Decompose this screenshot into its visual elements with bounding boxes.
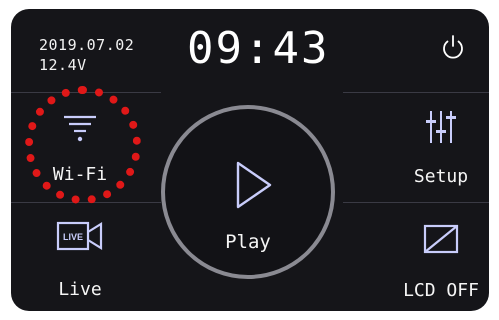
wifi-tile[interactable]: Wi-Fi [20,99,140,199]
status-voltage: 12.4V [39,56,87,74]
setup-tile[interactable]: Setup [381,99,489,199]
play-label: Play [225,231,271,253]
play-button[interactable]: Play [161,105,335,279]
status-date: 2019.07.02 [39,36,135,54]
wifi-icon [64,115,96,142]
live-label: Live [58,279,102,300]
clock: 09:43 [187,23,330,74]
play-icon [236,161,272,209]
divider-mid-right [343,202,489,203]
live-tile[interactable]: LIVE Live [20,209,140,309]
setup-label: Setup [413,166,469,187]
divider-top-left [11,92,161,93]
divider-mid-left [11,202,161,203]
power-icon [443,35,463,59]
power-button[interactable] [438,32,468,62]
device-screen: 2019.07.02 12.4V 09:43 Wi-Fi Setup LIVE … [11,9,489,311]
sliders-icon [426,111,456,143]
lcd-off-icon [423,224,459,254]
lcd-off-label: LCD OFF [403,280,479,301]
lcd-off-tile[interactable]: LCD OFF [381,209,489,309]
live-camera-icon: LIVE [56,221,103,251]
wifi-label: Wi-Fi [52,164,108,185]
svg-text:LIVE: LIVE [63,232,83,242]
divider-top-right [343,92,489,93]
